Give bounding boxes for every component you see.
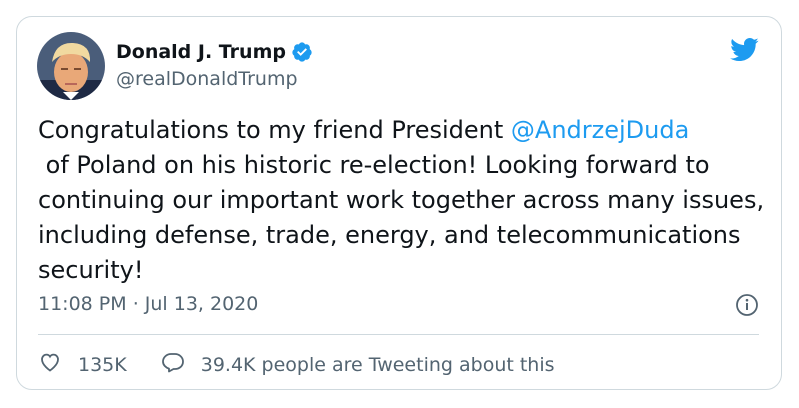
tweet-date[interactable]: Jul 13, 2020 [145, 293, 259, 315]
avatar[interactable] [37, 32, 105, 100]
tweeting-about-link[interactable]: 39.4K people are Tweeting about this [161, 350, 555, 379]
tweeting-count-text[interactable]: 39.4K people are Tweeting about this [201, 354, 555, 376]
verified-badge-icon [291, 41, 313, 63]
tweet-time[interactable]: 11:08 PM [38, 293, 127, 315]
avatar-image [37, 32, 105, 100]
info-icon[interactable] [735, 293, 759, 317]
heart-icon[interactable] [38, 350, 62, 379]
author-handle[interactable]: @realDonaldTrump [116, 68, 298, 90]
tweet-card[interactable]: Donald J. Trump @realDonaldTrump Congrat… [16, 16, 782, 390]
timestamp-separator: · [126, 293, 145, 315]
author-name[interactable]: Donald J. Trump [116, 41, 286, 63]
author-row: Donald J. Trump [116, 41, 313, 63]
tweet-text-part-2: of Poland on his historic re-election! L… [38, 151, 772, 284]
divider [38, 334, 759, 335]
tweet-actions: 135K 39.4K people are Tweeting about thi… [38, 350, 555, 379]
like-button[interactable]: 135K [38, 350, 127, 379]
mention-link[interactable]: @AndrzejDuda [511, 116, 689, 144]
tweet-text: Congratulations to my friend President @… [38, 113, 768, 288]
speech-bubble-icon[interactable] [161, 350, 185, 379]
tweet-timestamp[interactable]: 11:08 PM · Jul 13, 2020 [38, 293, 258, 315]
like-count[interactable]: 135K [78, 354, 127, 376]
twitter-bird-icon[interactable] [729, 37, 759, 62]
tweet-text-part-1: Congratulations to my friend President [38, 116, 511, 144]
